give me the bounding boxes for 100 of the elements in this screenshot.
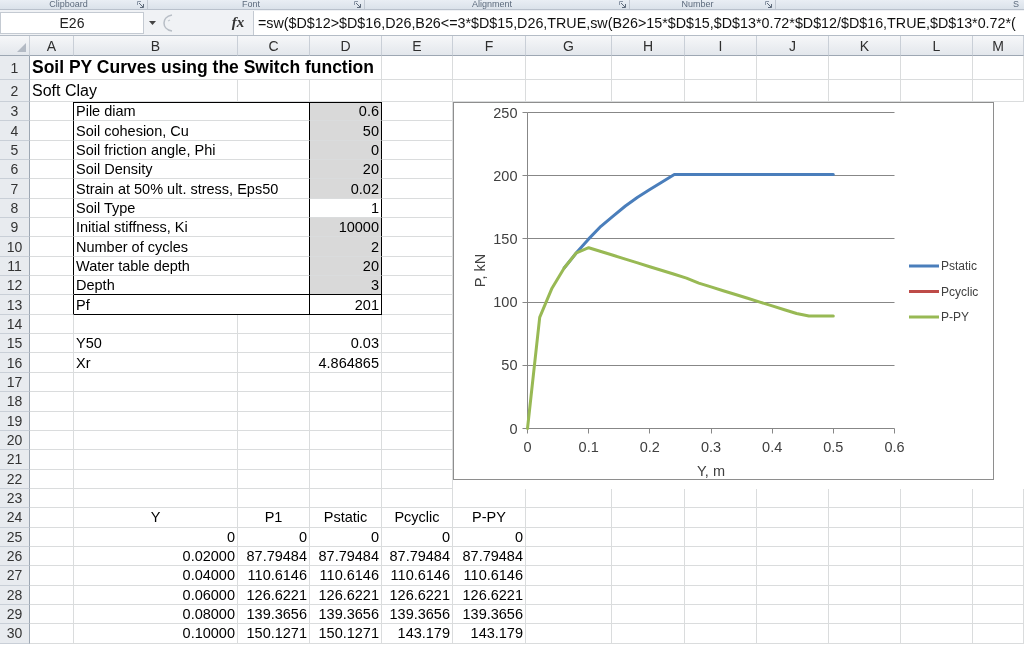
column-header[interactable]: B xyxy=(74,36,238,56)
data-value: 0.06000 xyxy=(74,585,238,605)
data-value: 143.179 xyxy=(382,624,453,644)
data-value: 126.6221 xyxy=(238,585,310,605)
row-header[interactable]: 5 xyxy=(0,140,30,161)
caret-icon[interactable] xyxy=(149,20,156,25)
row-header[interactable]: 10 xyxy=(0,237,30,257)
row-header[interactable]: 22 xyxy=(0,469,30,489)
data-value: 110.6146 xyxy=(238,566,310,586)
axis-tick-label: 0.1 xyxy=(578,438,599,455)
row-header[interactable]: 30 xyxy=(0,624,30,644)
column-header[interactable]: I xyxy=(685,36,757,56)
parameter-label: Initial stiffness, Ki xyxy=(74,218,310,238)
empty-cell xyxy=(685,624,757,644)
parameter-label: Soil Type xyxy=(74,198,310,219)
dialog-launcher-icon[interactable] xyxy=(354,1,361,8)
row-header[interactable]: 13 xyxy=(0,295,30,315)
axis-tick-label: 50 xyxy=(501,357,518,374)
row-header[interactable]: 25 xyxy=(0,527,30,547)
row-header[interactable]: 16 xyxy=(0,353,30,373)
row-header[interactable]: 26 xyxy=(0,546,30,567)
column-header[interactable]: H xyxy=(612,36,685,56)
empty-cell xyxy=(310,372,382,393)
data-value: 139.3656 xyxy=(453,604,526,625)
row-header[interactable]: 3 xyxy=(0,102,30,122)
dialog-launcher-icon[interactable] xyxy=(765,1,772,8)
empty-cell xyxy=(757,585,829,605)
empty-cell xyxy=(829,566,901,586)
empty-cell xyxy=(238,469,310,489)
row-header[interactable]: 7 xyxy=(0,179,30,199)
row-header[interactable]: 18 xyxy=(0,392,30,412)
parameter-label: Strain at 50% ult. stress, Eps50 xyxy=(74,179,310,199)
column-header[interactable]: E xyxy=(382,36,453,56)
derived-label: Y50 xyxy=(74,334,238,354)
derived-value: 0.03 xyxy=(310,334,382,354)
empty-cell xyxy=(757,604,829,625)
name-box[interactable]: E26 xyxy=(0,11,144,34)
sheet-subtitle: Soft Clay xyxy=(30,80,238,102)
empty-cell xyxy=(310,488,382,509)
axis-title: P, kN xyxy=(472,253,488,288)
column-header[interactable]: J xyxy=(757,36,829,56)
row-header[interactable]: 28 xyxy=(0,585,30,605)
row-header[interactable]: 6 xyxy=(0,160,30,180)
row-header[interactable]: 27 xyxy=(0,566,30,586)
data-value: 139.3656 xyxy=(238,604,310,625)
column-header[interactable]: K xyxy=(829,36,901,56)
insert-function-button[interactable]: fx xyxy=(227,11,249,34)
row-header[interactable]: 24 xyxy=(0,508,30,528)
data-value: 0 xyxy=(310,527,382,547)
empty-cell xyxy=(238,334,310,354)
column-header[interactable]: A xyxy=(30,36,74,56)
empty-cell xyxy=(973,585,1024,605)
parameter-label: Soil friction angle, Phi xyxy=(74,140,310,161)
dialog-launcher-icon[interactable] xyxy=(137,1,144,8)
column-header[interactable]: G xyxy=(526,36,612,56)
row-header[interactable]: 17 xyxy=(0,372,30,393)
empty-cell xyxy=(310,450,382,470)
data-value: 0 xyxy=(74,527,238,547)
row-header[interactable]: 12 xyxy=(0,276,30,296)
row-header[interactable]: 4 xyxy=(0,121,30,141)
row-header[interactable]: 9 xyxy=(0,218,30,238)
data-value: 0 xyxy=(453,527,526,547)
data-value: 110.6146 xyxy=(453,566,526,586)
empty-cell xyxy=(238,372,310,393)
empty-cell xyxy=(382,80,453,102)
corner-triangle-icon xyxy=(17,43,26,52)
column-header[interactable]: M xyxy=(973,36,1024,56)
resize-handle-icon[interactable] xyxy=(163,13,173,32)
parameter-value: 0.02 xyxy=(310,179,382,199)
row-header[interactable]: 19 xyxy=(0,411,30,431)
empty-cell xyxy=(238,450,310,470)
column-header[interactable]: C xyxy=(238,36,310,56)
row-header[interactable]: 21 xyxy=(0,450,30,470)
row-header[interactable]: 2 xyxy=(0,80,30,102)
column-header[interactable]: D xyxy=(310,36,382,56)
dialog-launcher-icon[interactable] xyxy=(619,1,626,8)
row-header[interactable]: 20 xyxy=(0,430,30,451)
empty-cell xyxy=(901,56,973,80)
data-value: 126.6221 xyxy=(310,585,382,605)
row-header[interactable]: 14 xyxy=(0,314,30,335)
data-value: 139.3656 xyxy=(382,604,453,625)
empty-cell xyxy=(238,488,310,509)
column-header[interactable]: L xyxy=(901,36,973,56)
column-header[interactable]: F xyxy=(453,36,526,56)
row-header[interactable]: 8 xyxy=(0,198,30,219)
empty-cell xyxy=(973,546,1024,567)
empty-cell xyxy=(829,546,901,567)
empty-cell xyxy=(973,488,1024,509)
empty-cell xyxy=(973,527,1024,547)
row-header[interactable]: 1 xyxy=(0,56,30,80)
empty-cell xyxy=(685,585,757,605)
ribbon-group-label: Font xyxy=(241,0,261,9)
row-header[interactable]: 15 xyxy=(0,334,30,354)
formula-field[interactable]: =sw($D$12>$D$16,D26,B26<=3*$D$15,D26,TRUE,sw(B26>15*$D$15,$D$13*0.72*$D$12/$D$16,TRUE,$D$13*0.72*( xyxy=(253,10,1024,35)
empty-cell xyxy=(757,56,829,80)
data-value: 143.179 xyxy=(453,624,526,644)
row-header[interactable]: 23 xyxy=(0,488,30,509)
row-header[interactable]: 11 xyxy=(0,256,30,277)
empty-cell xyxy=(973,624,1024,644)
row-header[interactable]: 29 xyxy=(0,604,30,625)
